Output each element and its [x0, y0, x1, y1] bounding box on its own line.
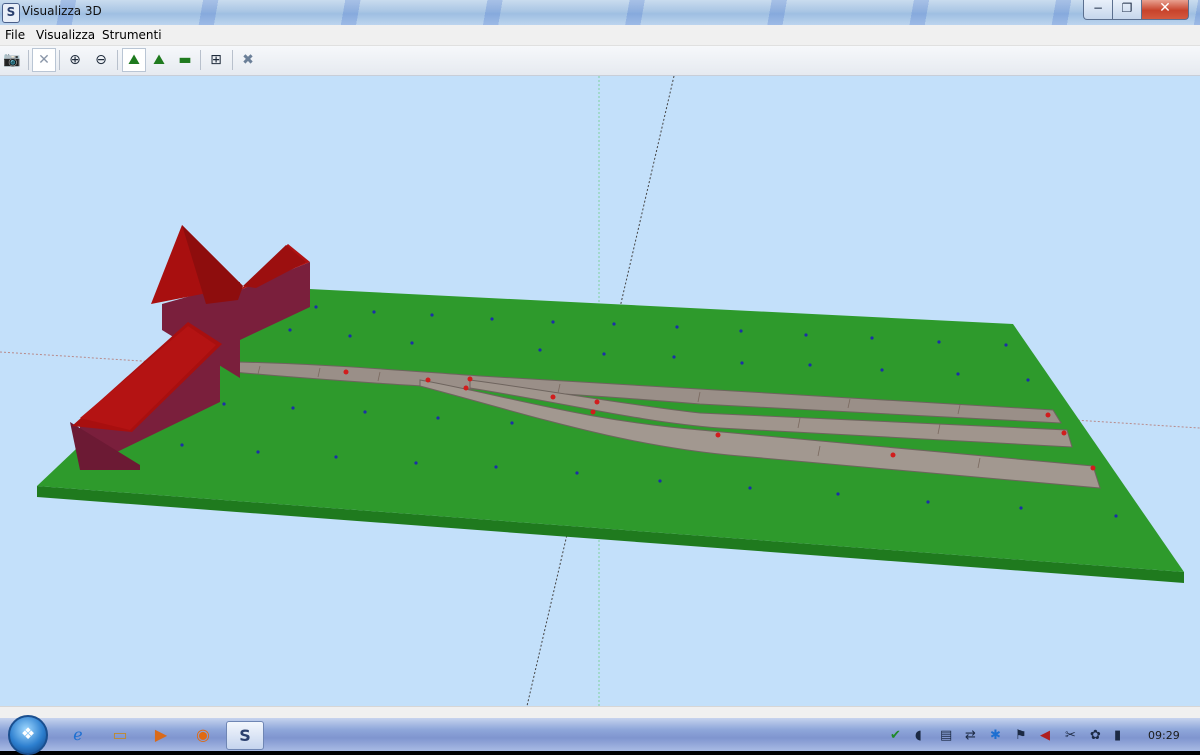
toolbar: 📷 ✕ ⊕ ⊖ ⛰ ⛰ ▬ ⊞ ✖ [0, 46, 1200, 76]
cross-arrows-icon[interactable]: ✕ [32, 48, 56, 72]
fit-view-icon[interactable]: ⊞ [205, 49, 227, 71]
s-logo-icon[interactable]: S [2, 3, 20, 23]
notification-icon[interactable]: ✿ [1090, 728, 1101, 743]
taskbar: ❖ ℯ ▭ ▶ ◉ S ✔ ◖ ▤ ⇄ ✱ ⚑ ◀ ✂ ✿ ▮ 09:29 [0, 715, 1200, 755]
tools-icon[interactable]: ✖ [237, 49, 259, 71]
zoom-out-icon[interactable]: ⊖ [90, 49, 112, 71]
app-s-icon[interactable]: S [226, 721, 264, 750]
action-center-flag-icon[interactable]: ⚑ [1015, 728, 1027, 743]
minimize-button[interactable]: − [1083, 0, 1113, 20]
title-bar: S Visualizza 3D − ❐ ✕ [0, 0, 1200, 25]
toolbar-separator [28, 50, 29, 70]
menu-strumenti[interactable]: Strumenti [102, 28, 162, 42]
menu-bar: File Visualizza Strumenti [0, 25, 1200, 46]
menu-visualizza[interactable]: Visualizza [36, 28, 95, 42]
title-bar-decoration [0, 0, 1200, 25]
3d-viewport[interactable] [0, 76, 1200, 706]
window-title: Visualizza 3D [22, 4, 102, 18]
flat-view-icon[interactable]: ▬ [174, 49, 196, 71]
speaker-icon[interactable]: ◀ [1040, 728, 1050, 743]
toolbar-separator [200, 50, 201, 70]
maximize-button[interactable]: ❐ [1112, 0, 1142, 20]
firefox-icon[interactable]: ◉ [185, 721, 221, 748]
signal-icon[interactable]: ▮ [1114, 728, 1121, 743]
menu-file[interactable]: File [5, 28, 25, 42]
terrain-outline-icon[interactable]: ⛰ [148, 49, 170, 71]
bluetooth-icon[interactable]: ✱ [990, 728, 1001, 743]
zoom-in-icon[interactable]: ⊕ [64, 49, 86, 71]
network-icon[interactable]: ▤ [940, 728, 952, 743]
internet-explorer-icon[interactable]: ℯ [60, 721, 96, 748]
camera-icon[interactable]: 📷 [1, 49, 23, 71]
terrain-view-icon[interactable]: ⛰ [122, 48, 146, 72]
toolbar-separator [59, 50, 60, 70]
3d-scene[interactable] [0, 76, 1200, 706]
taskbar-clock[interactable]: 09:29 [1148, 729, 1180, 742]
toolbar-separator [117, 50, 118, 70]
media-player-icon[interactable]: ▶ [143, 721, 179, 748]
folder-icon[interactable]: ▭ [102, 721, 138, 748]
close-button[interactable]: ✕ [1141, 0, 1189, 20]
toolbar-separator [232, 50, 233, 70]
windows-start-icon[interactable]: ❖ [8, 715, 48, 755]
sync-icon[interactable]: ⇄ [965, 728, 976, 743]
security-icon[interactable]: ✔ [890, 728, 901, 743]
usb-icon[interactable]: ✂ [1065, 728, 1076, 743]
volume-icon[interactable]: ◖ [915, 728, 922, 743]
